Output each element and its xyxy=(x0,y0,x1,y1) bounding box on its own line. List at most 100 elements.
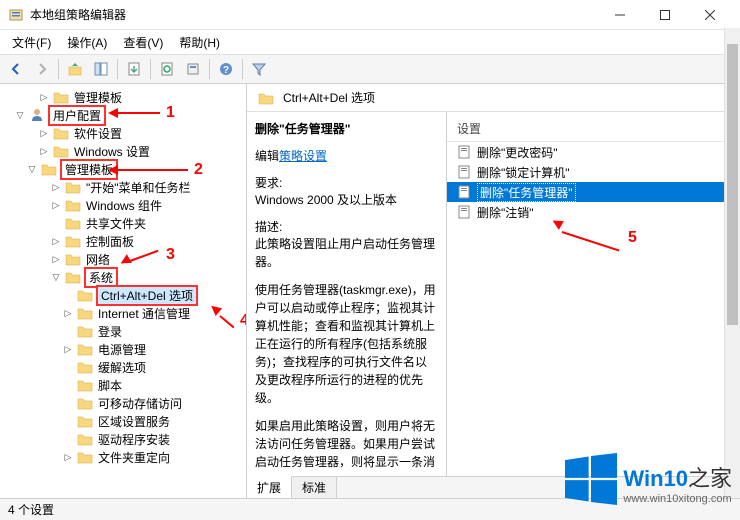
properties-button[interactable] xyxy=(181,57,205,81)
export-button[interactable] xyxy=(122,57,146,81)
tree-label[interactable]: Windows 组件 xyxy=(84,197,164,214)
help-button[interactable]: ? xyxy=(214,57,238,81)
tree-label[interactable]: 共享文件夹 xyxy=(84,215,148,232)
requirements-text: Windows 2000 及以上版本 xyxy=(255,191,438,208)
tree-label[interactable]: 区域设置服务 xyxy=(96,413,172,430)
tree-label[interactable]: 用户配置 xyxy=(48,105,106,126)
tree-node[interactable]: 区域设置服务 xyxy=(2,412,244,430)
policy-icon xyxy=(457,185,471,199)
expand-icon[interactable]: ▷ xyxy=(50,181,62,193)
tab-extended[interactable]: 扩展 xyxy=(247,476,292,498)
edit-policy-link[interactable]: 策略设置 xyxy=(279,149,327,163)
setting-item[interactable]: 删除"注销" xyxy=(447,202,740,222)
tree-pane[interactable]: ▷管理模板 ▽用户配置 ▷软件设置 ▷Windows 设置 ▽管理模板 ▷"开始… xyxy=(0,84,247,498)
folder-icon xyxy=(65,179,81,195)
expand-icon[interactable]: ▷ xyxy=(38,91,50,103)
setting-item-selected[interactable]: 删除"任务管理器" xyxy=(447,182,740,202)
tree-node[interactable]: ▷ 文件夹重定向 xyxy=(2,448,244,466)
folder-icon xyxy=(77,449,93,465)
tree-label[interactable]: Windows 设置 xyxy=(72,143,152,160)
menu-help[interactable]: 帮助(H) xyxy=(171,32,228,53)
right-pane: Ctrl+Alt+Del 选项 删除"任务管理器" 编辑策略设置 要求: Win… xyxy=(247,84,740,498)
collapse-icon[interactable]: ▽ xyxy=(50,271,62,283)
filter-button[interactable] xyxy=(247,57,271,81)
tree-label[interactable]: 驱动程序安装 xyxy=(96,431,172,448)
tree-node[interactable]: ▷ Windows 设置 xyxy=(2,142,244,160)
tree-node[interactable]: ▷ 软件设置 xyxy=(2,124,244,142)
tree-label[interactable]: Ctrl+Alt+Del 选项 xyxy=(96,285,198,306)
up-button[interactable] xyxy=(63,57,87,81)
tree-node[interactable]: 登录 xyxy=(2,322,244,340)
expand-icon[interactable]: ▷ xyxy=(50,199,62,211)
tree-node[interactable]: 驱动程序安装 xyxy=(2,430,244,448)
maximize-button[interactable] xyxy=(642,1,687,29)
tree-node[interactable]: ▷ 电源管理 xyxy=(2,340,244,358)
setting-item[interactable]: 删除"更改密码" xyxy=(447,142,740,162)
expand-icon[interactable]: ▷ xyxy=(38,145,50,157)
tree-node[interactable]: 缓解选项 xyxy=(2,358,244,376)
folder-icon xyxy=(53,125,69,141)
expand-icon[interactable]: ▷ xyxy=(62,343,74,355)
tree-node[interactable]: 脚本 xyxy=(2,376,244,394)
tree-label[interactable]: Internet 通信管理 xyxy=(96,305,192,322)
tree-node[interactable]: ▷ Windows 组件 xyxy=(2,196,244,214)
setting-label: 删除"锁定计算机" xyxy=(477,164,570,181)
folder-icon xyxy=(77,413,93,429)
tree-label[interactable]: 登录 xyxy=(96,323,124,340)
tree-label[interactable]: 文件夹重定向 xyxy=(96,449,172,466)
expand-icon[interactable]: ▷ xyxy=(38,127,50,139)
setting-item[interactable]: 删除"锁定计算机" xyxy=(447,162,740,182)
expand-icon[interactable]: ▷ xyxy=(62,307,74,319)
expand-icon[interactable]: ▷ xyxy=(50,235,62,247)
tree-label[interactable]: 可移动存储访问 xyxy=(96,395,184,412)
tree-label[interactable]: 软件设置 xyxy=(72,125,124,142)
tree-label[interactable]: 管理模板 xyxy=(72,89,124,106)
folder-icon xyxy=(77,323,93,339)
tree-node-ctrl-alt-del[interactable]: Ctrl+Alt+Del 选项 xyxy=(2,286,244,304)
tree-node-user-config[interactable]: ▽ 用户配置 xyxy=(2,106,244,124)
watermark-text: Win10之家 www.win10xitong.com xyxy=(623,461,732,505)
forward-button[interactable] xyxy=(30,57,54,81)
tree-node-admin-templates[interactable]: ▽ 管理模板 xyxy=(2,160,244,178)
menu-view[interactable]: 查看(V) xyxy=(115,32,171,53)
settings-pane[interactable]: 设置 删除"更改密码" 删除"锁定计算机" 删除"任务管理器" 删除"注销" 5 xyxy=(447,112,740,476)
tree-label[interactable]: "开始"菜单和任务栏 xyxy=(84,179,193,196)
scrollbar-vertical[interactable] xyxy=(724,28,740,497)
collapse-icon[interactable]: ▽ xyxy=(14,109,26,121)
tree-label[interactable]: 脚本 xyxy=(96,377,124,394)
tree-node[interactable]: ▷ "开始"菜单和任务栏 xyxy=(2,178,244,196)
user-icon xyxy=(29,107,45,123)
expand-icon[interactable]: ▷ xyxy=(62,451,74,463)
svg-text:?: ? xyxy=(223,65,229,76)
tab-standard[interactable]: 标准 xyxy=(292,477,337,498)
menu-file[interactable]: 文件(F) xyxy=(4,32,59,53)
show-hide-tree-button[interactable] xyxy=(89,57,113,81)
tree-label[interactable]: 控制面板 xyxy=(84,233,136,250)
menu-action[interactable]: 操作(A) xyxy=(59,32,115,53)
back-button[interactable] xyxy=(4,57,28,81)
folder-icon xyxy=(65,233,81,249)
tree-node[interactable]: ▷ 网络 xyxy=(2,250,244,268)
scrollbar-thumb[interactable] xyxy=(727,44,738,325)
tree-label[interactable]: 网络 xyxy=(84,251,112,268)
tree-node[interactable]: 共享文件夹 xyxy=(2,214,244,232)
folder-icon xyxy=(53,143,69,159)
app-icon xyxy=(8,7,24,23)
refresh-button[interactable] xyxy=(155,57,179,81)
tree-node[interactable]: ▷ Internet 通信管理 xyxy=(2,304,244,322)
tree-node[interactable]: ▷ 控制面板 xyxy=(2,232,244,250)
tree-label[interactable]: 电源管理 xyxy=(96,341,148,358)
toolbar-separator xyxy=(117,59,118,79)
settings-column-header[interactable]: 设置 xyxy=(447,116,740,142)
tree-node[interactable]: 可移动存储访问 xyxy=(2,394,244,412)
tree-node[interactable]: ▷ 管理模板 xyxy=(2,88,244,106)
close-button[interactable] xyxy=(687,1,732,29)
toolbar-separator xyxy=(58,59,59,79)
folder-icon xyxy=(65,197,81,213)
tree-label[interactable]: 管理模板 xyxy=(60,159,118,180)
collapse-icon[interactable]: ▽ xyxy=(26,163,38,175)
minimize-button[interactable] xyxy=(597,1,642,29)
tree-label[interactable]: 缓解选项 xyxy=(96,359,148,376)
expand-icon[interactable]: ▷ xyxy=(50,253,62,265)
tree-node-system[interactable]: ▽系统 xyxy=(2,268,244,286)
